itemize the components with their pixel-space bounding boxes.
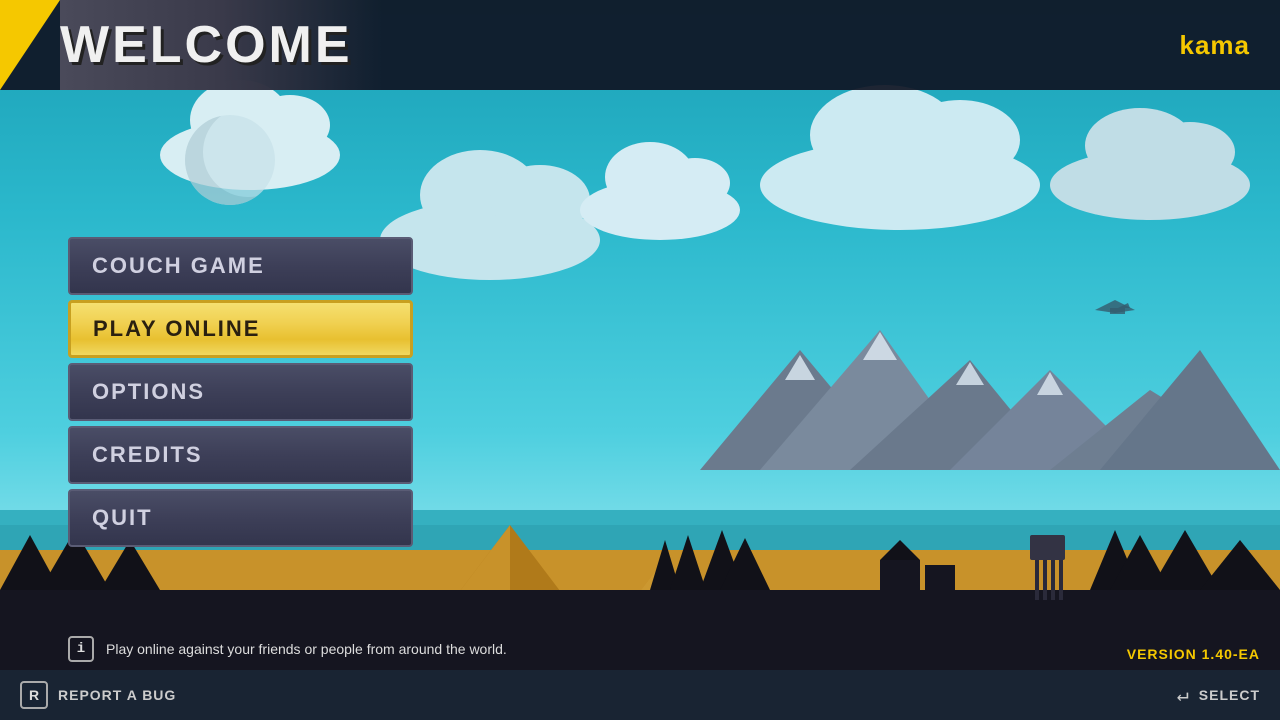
header-triangle-decoration xyxy=(0,0,60,90)
header-title-bg: WELCOME xyxy=(60,0,383,90)
info-icon: i xyxy=(68,636,94,662)
couch-game-button[interactable]: COUCH GAME xyxy=(68,237,413,295)
version-display: VERSION 1.40-EA xyxy=(1127,646,1260,662)
bottom-left-controls: R REPORT A BUG xyxy=(20,681,176,709)
bottom-bar: R REPORT A BUG ↵ SELECT xyxy=(0,670,1280,720)
play-online-button[interactable]: PLAY ONLINE xyxy=(68,300,413,358)
cloud-5 xyxy=(1050,150,1250,220)
moon-decoration xyxy=(185,115,275,205)
report-bug-key-badge: R xyxy=(20,681,48,709)
info-description: Play online against your friends or peop… xyxy=(106,641,507,657)
header-bar: WELCOME kama xyxy=(0,0,1280,90)
cloud-4 xyxy=(580,180,740,240)
aircraft-silhouette xyxy=(1090,295,1140,333)
username-display: kama xyxy=(1180,30,1251,61)
report-bug-label: REPORT A BUG xyxy=(58,687,176,703)
main-menu: COUCH GAME PLAY ONLINE OPTIONS CREDITS Q… xyxy=(68,237,413,547)
cloud-2 xyxy=(380,200,600,280)
header-title-container: WELCOME xyxy=(0,0,383,90)
select-icon: ↵ xyxy=(1177,682,1189,708)
quit-button[interactable]: QUIT xyxy=(68,489,413,547)
cloud-3 xyxy=(760,140,1040,230)
select-label: SELECT xyxy=(1199,687,1260,703)
bottom-right-controls: ↵ SELECT xyxy=(1177,682,1260,708)
info-bar: i Play online against your friends or pe… xyxy=(68,636,507,662)
credits-button[interactable]: CREDITS xyxy=(68,426,413,484)
page-title: WELCOME xyxy=(60,15,353,75)
options-button[interactable]: OPTIONS xyxy=(68,363,413,421)
